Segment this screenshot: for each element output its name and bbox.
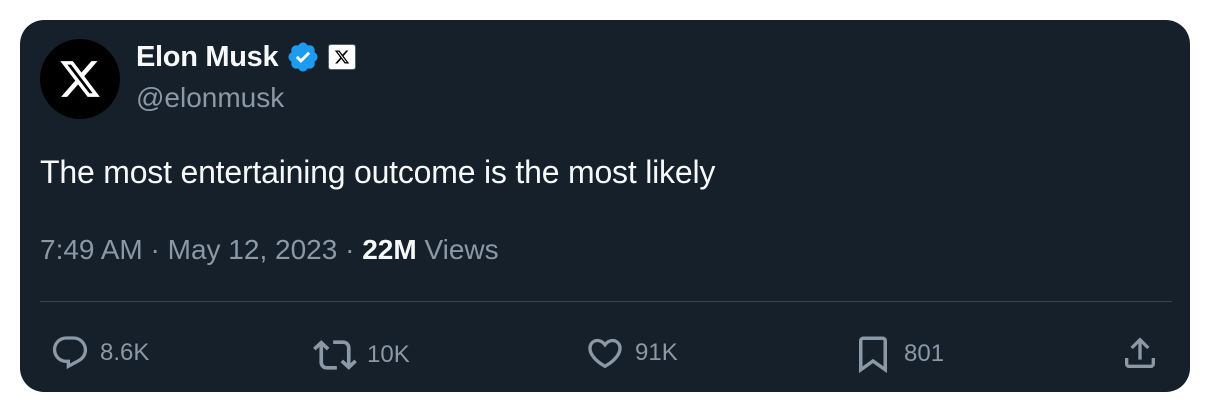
views-label: Views (417, 234, 499, 266)
divider (40, 301, 1172, 302)
bookmark-icon (859, 336, 887, 374)
author-name[interactable]: Elon Musk (136, 41, 279, 74)
reply-icon (52, 336, 88, 370)
repost-icon (313, 340, 357, 370)
meta-separator: · (142, 234, 168, 265)
tweet-date[interactable]: May 12, 2023 (168, 234, 338, 266)
author-name-row: Elon Musk (136, 40, 357, 74)
meta-separator: · (337, 234, 363, 265)
author-avatar[interactable] (40, 39, 120, 119)
tweet-card[interactable]: Elon Musk @elonmusk The most entertainin… (20, 20, 1190, 392)
share-icon (1125, 337, 1155, 368)
views-label-text: Views (424, 234, 499, 265)
verified-badge-icon (288, 42, 318, 72)
reply-button[interactable]: 8.6K (50, 333, 149, 373)
x-logo-icon (60, 61, 100, 97)
x-affiliate-icon[interactable] (328, 44, 357, 70)
share-button[interactable] (1120, 333, 1160, 373)
reply-count: 8.6K (100, 339, 150, 366)
like-button[interactable]: 91K (585, 333, 678, 373)
repost-button[interactable]: 10K (313, 333, 410, 377)
bookmark-count: 801 (904, 340, 945, 367)
tweet-time[interactable]: 7:49 AM (40, 234, 143, 266)
tweet-meta: 7:49 AM · May 12, 2023 · 22M Views (40, 234, 499, 266)
heart-icon (588, 338, 622, 369)
bookmark-button[interactable]: 801 (852, 333, 944, 375)
views-count[interactable]: 22M (362, 234, 416, 266)
like-count: 91K (635, 339, 678, 366)
tweet-text: The most entertaining outcome is the mos… (40, 154, 716, 190)
author-handle[interactable]: @elonmusk (136, 82, 284, 114)
repost-count: 10K (367, 341, 410, 368)
